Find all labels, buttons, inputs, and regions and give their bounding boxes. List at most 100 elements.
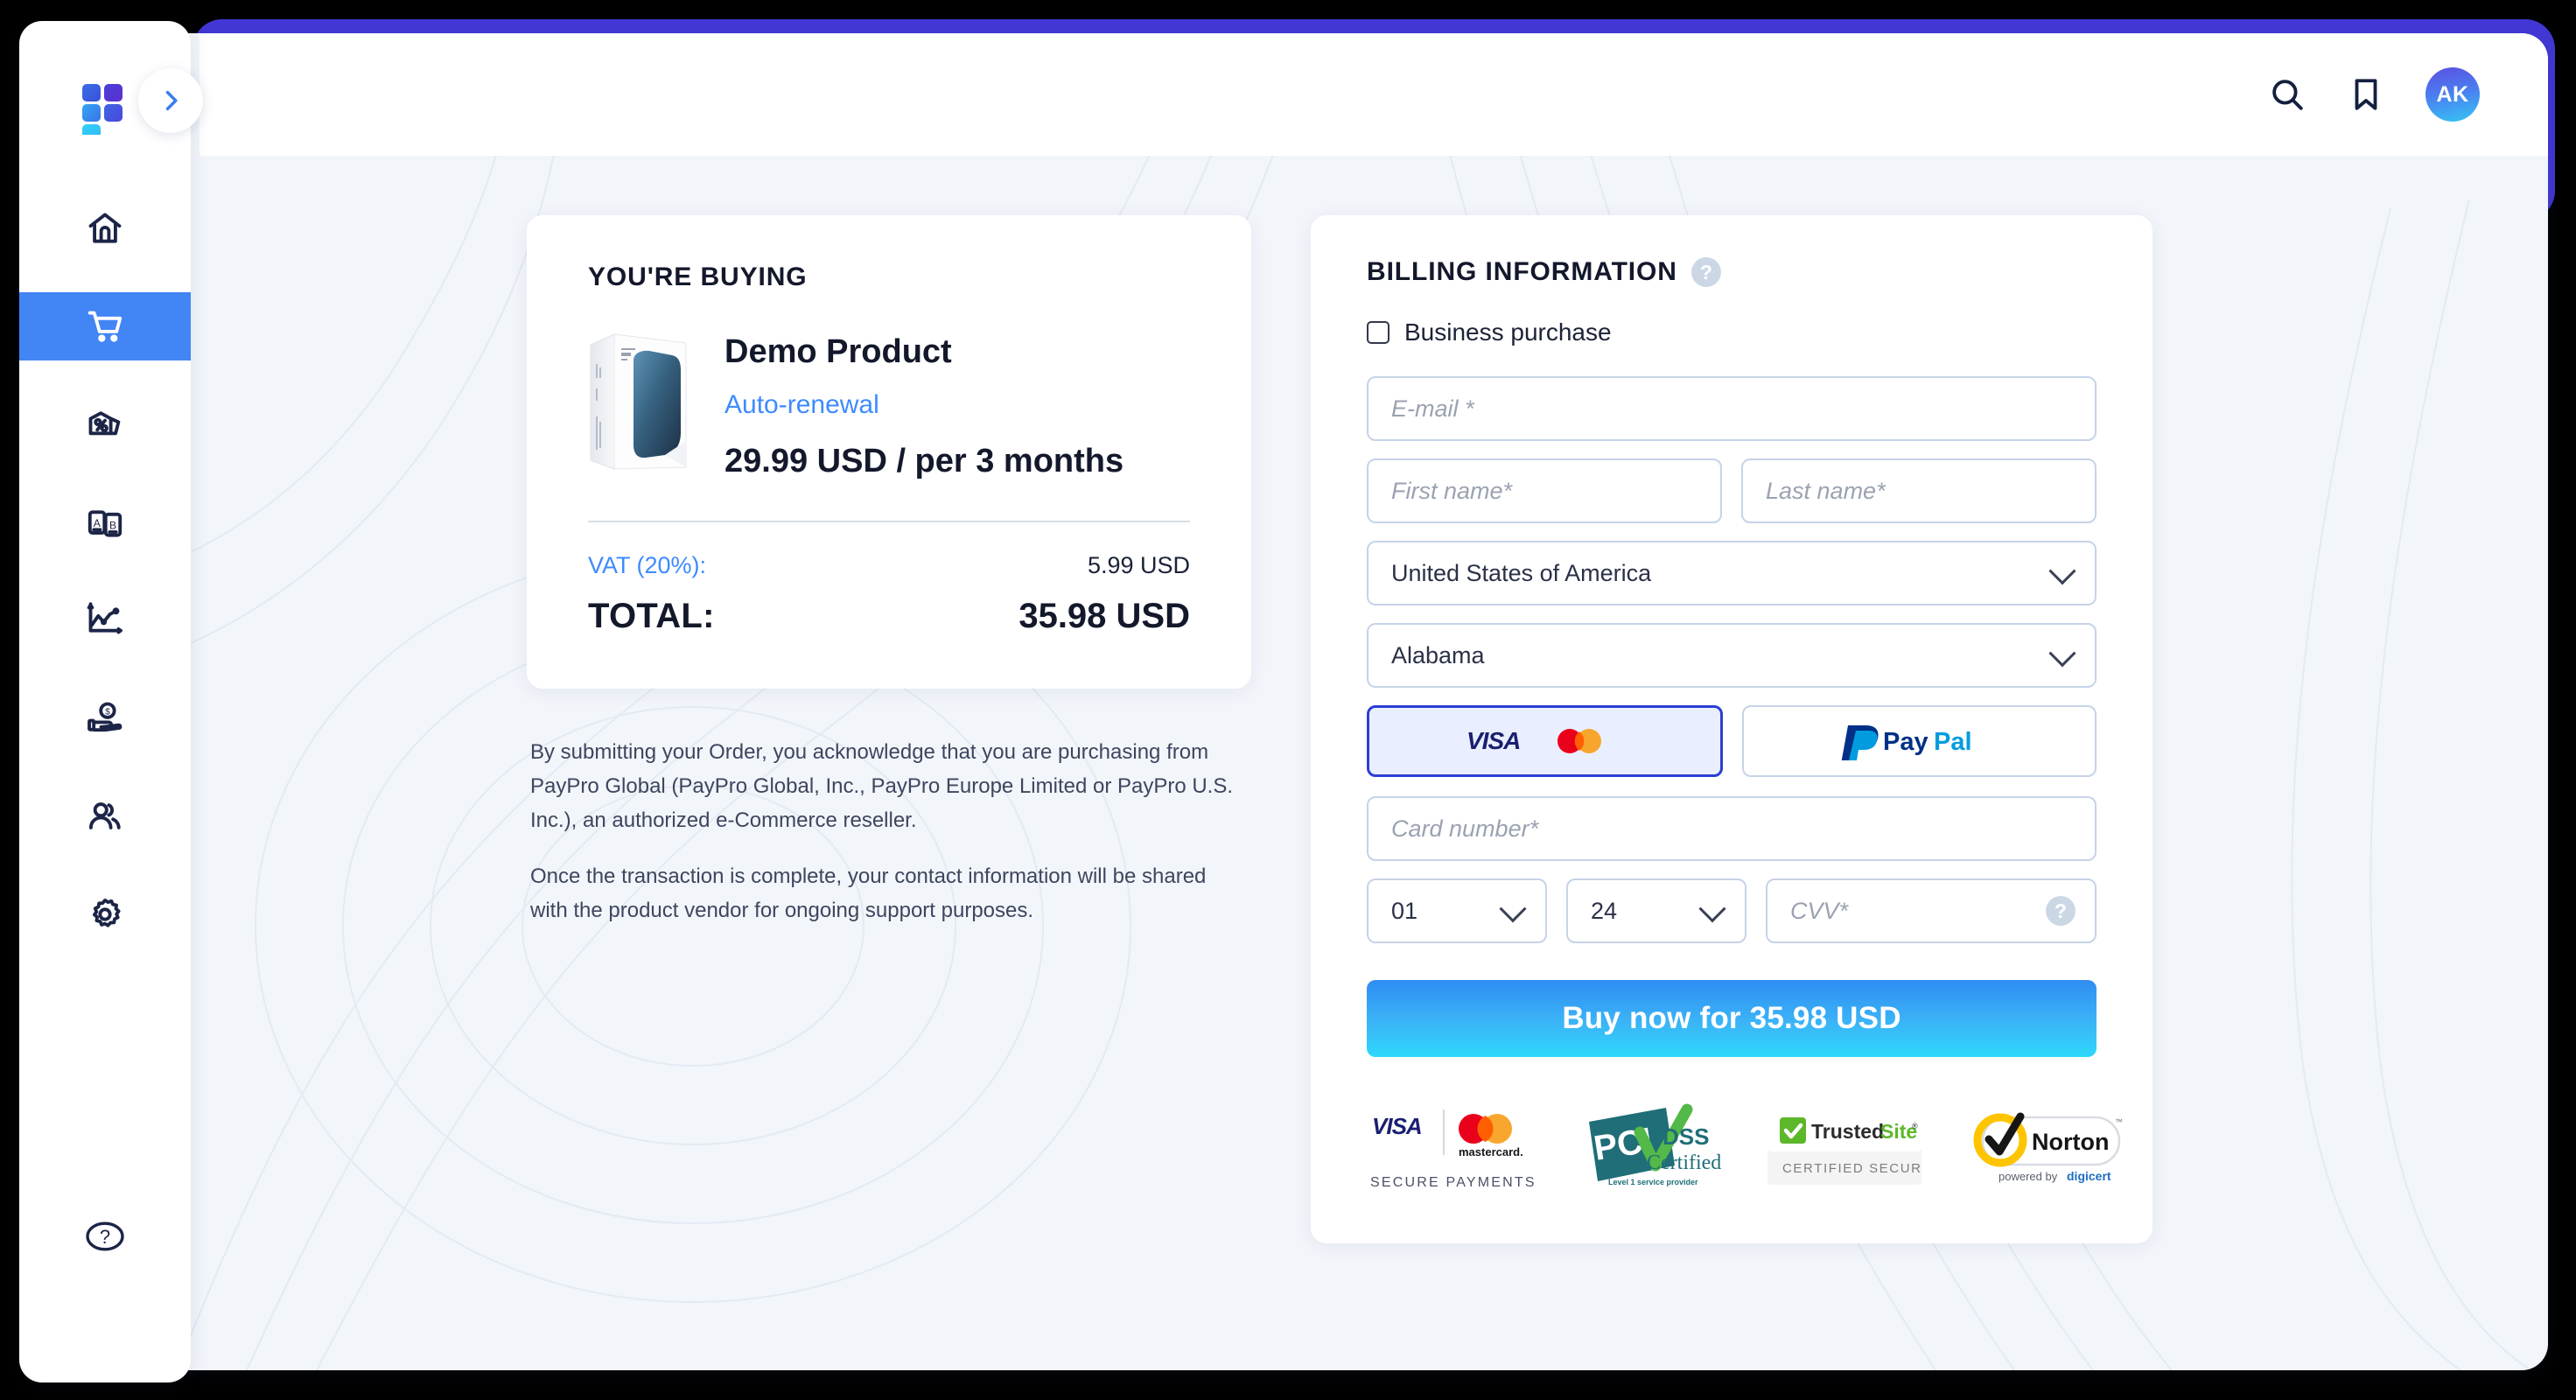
badge-visa-mastercard: VISA mastercard. SECURE PAYMENTS xyxy=(1370,1106,1545,1191)
svg-text:™: ™ xyxy=(2115,1117,2123,1126)
svg-text:A: A xyxy=(94,517,102,529)
payment-method-tabs: VISA Pay Pal xyxy=(1367,705,2096,777)
svg-text:Level 1 service provider: Level 1 service provider xyxy=(1608,1178,1698,1186)
email-field[interactable]: E-mail * xyxy=(1367,376,2096,441)
sidebar-item-catalog[interactable]: A B xyxy=(19,488,191,556)
svg-text:DSS: DSS xyxy=(1662,1124,1709,1150)
svg-text:Pal: Pal xyxy=(1934,728,1972,756)
order-summary-card: YOU'RE BUYING Demo Product Auto-renewal … xyxy=(527,215,1251,689)
expiry-year-value: 24 xyxy=(1591,897,1618,924)
avatar[interactable]: AK xyxy=(2426,67,2480,122)
badge-trustedsite: Trusted Site ® CERTIFIED SECURE xyxy=(1768,1106,1931,1191)
cvv-field[interactable]: CVV* ? xyxy=(1766,878,2096,943)
buy-now-button[interactable]: Buy now for 35.98 USD xyxy=(1367,980,2096,1057)
app-surface: AK YOU'RE BUYING Demo Product Auto-renew… xyxy=(28,33,2548,1370)
svg-text:VISA: VISA xyxy=(1466,727,1520,754)
badge-pci-dss: PCI DSS Certified Level 1 service provid… xyxy=(1582,1102,1731,1194)
payment-method-card-tab[interactable]: VISA xyxy=(1367,705,1723,777)
vat-label: VAT (20%): xyxy=(588,551,707,578)
chevron-down-icon xyxy=(2048,640,2076,668)
product-box-image xyxy=(588,329,695,474)
last-name-field[interactable]: Last name* xyxy=(1741,458,2096,523)
sidebar-item-discounts[interactable] xyxy=(19,390,191,458)
country-select[interactable]: United States of America xyxy=(1367,541,2096,606)
sidebar: A B $ ? xyxy=(19,21,191,1382)
svg-text:Norton: Norton xyxy=(2032,1129,2109,1155)
svg-text:$: $ xyxy=(105,708,110,718)
email-placeholder: E-mail * xyxy=(1391,395,1474,422)
legal-paragraph-2: Once the transaction is complete, your c… xyxy=(530,864,1207,923)
business-purchase-label: Business purchase xyxy=(1404,318,1612,346)
total-row: TOTAL: 35.98 USD xyxy=(588,597,1190,636)
name-fields-row: First name* Last name* xyxy=(1367,458,2096,541)
order-summary-column: YOU'RE BUYING Demo Product Auto-renewal … xyxy=(527,215,1251,928)
payment-method-paypal-tab[interactable]: Pay Pal xyxy=(1742,705,2096,777)
app-frame: AK YOU'RE BUYING Demo Product Auto-renew… xyxy=(0,0,2576,1400)
main-content: YOU'RE BUYING Demo Product Auto-renewal … xyxy=(200,156,2548,1370)
product-name: Demo Product xyxy=(724,333,952,370)
svg-text:Certified: Certified xyxy=(1647,1152,1721,1174)
chevron-down-icon xyxy=(1499,895,1527,923)
business-purchase-checkbox[interactable] xyxy=(1367,321,1390,344)
product-renewal: Auto-renewal xyxy=(724,389,879,419)
product-info: Demo Product Auto-renewal 29.99 USD / pe… xyxy=(724,329,1124,480)
sidebar-item-payouts[interactable]: $ xyxy=(19,684,191,752)
svg-text:Pay: Pay xyxy=(1883,728,1928,756)
billing-heading: BILLING INFORMATION xyxy=(1367,257,1677,286)
cvv-placeholder: CVV* xyxy=(1790,897,1849,924)
svg-text:mastercard.: mastercard. xyxy=(1459,1145,1523,1158)
svg-text:VISA: VISA xyxy=(1372,1113,1422,1139)
svg-text:digicert: digicert xyxy=(2067,1169,2111,1183)
brand-logo-icon[interactable] xyxy=(82,84,128,142)
expiry-month-select[interactable]: 01 xyxy=(1367,878,1547,943)
order-heading: YOU'RE BUYING xyxy=(588,262,808,291)
expiry-month-value: 01 xyxy=(1391,897,1418,924)
state-select[interactable]: Alabama xyxy=(1367,623,2096,688)
svg-text:®: ® xyxy=(1912,1122,1918,1130)
billing-header: BILLING INFORMATION ? xyxy=(1367,257,2096,287)
search-icon[interactable] xyxy=(2268,75,2306,114)
svg-text:B: B xyxy=(109,519,116,531)
svg-text:CERTIFIED SECURE: CERTIFIED SECURE xyxy=(1782,1161,1922,1176)
expiry-cvv-row: 01 24 CVV* ? xyxy=(1367,878,2096,943)
sidebar-expand-toggle[interactable] xyxy=(138,68,203,133)
sidebar-item-orders[interactable] xyxy=(19,292,191,360)
card-number-field[interactable]: Card number* xyxy=(1367,796,2096,861)
vat-value: 5.99 USD xyxy=(1087,551,1190,578)
top-bar: AK xyxy=(200,33,2548,156)
first-name-placeholder: First name* xyxy=(1391,477,1513,504)
svg-text:powered by: powered by xyxy=(1998,1170,2058,1183)
product-row: Demo Product Auto-renewal 29.99 USD / pe… xyxy=(588,329,1190,480)
total-value: 35.98 USD xyxy=(1018,596,1190,635)
secure-payments-caption: SECURE PAYMENTS xyxy=(1370,1175,1536,1190)
chevron-down-icon xyxy=(2048,557,2076,585)
billing-column: BILLING INFORMATION ? Business purchase … xyxy=(1311,215,2152,1243)
sidebar-item-help[interactable]: ? xyxy=(19,1206,191,1267)
sidebar-item-customers[interactable] xyxy=(19,782,191,850)
billing-help-icon[interactable]: ? xyxy=(1690,257,1721,287)
last-name-placeholder: Last name* xyxy=(1766,477,1886,504)
country-value: United States of America xyxy=(1391,559,1652,586)
svg-text:Trusted: Trusted xyxy=(1811,1120,1884,1143)
sidebar-nav: A B $ xyxy=(19,194,191,948)
business-purchase-row[interactable]: Business purchase xyxy=(1367,318,2096,346)
sidebar-item-home[interactable] xyxy=(19,194,191,262)
badge-norton: Norton ™ powered by digicert xyxy=(1958,1105,2124,1192)
card-number-placeholder: Card number* xyxy=(1391,815,1539,842)
legal-paragraph-1: By submitting your Order, you acknowledg… xyxy=(530,739,1234,832)
legal-disclaimer: By submitting your Order, you acknowledg… xyxy=(527,736,1251,928)
total-label: TOTAL: xyxy=(588,596,715,635)
state-value: Alabama xyxy=(1391,641,1485,668)
first-name-field[interactable]: First name* xyxy=(1367,458,1722,523)
chevron-down-icon xyxy=(1698,895,1726,923)
cvv-help-icon[interactable]: ? xyxy=(2046,896,2076,926)
trust-badges: VISA mastercard. SECURE PAYMENTS PCI DSS… xyxy=(1367,1102,2123,1194)
billing-information-card: BILLING INFORMATION ? Business purchase … xyxy=(1311,215,2152,1243)
vat-row: VAT (20%): 5.99 USD xyxy=(588,552,1190,579)
expiry-year-select[interactable]: 24 xyxy=(1566,878,1746,943)
bookmark-icon[interactable] xyxy=(2347,75,2385,114)
sidebar-item-settings[interactable] xyxy=(19,880,191,948)
sidebar-item-analytics[interactable] xyxy=(19,586,191,654)
card-divider xyxy=(588,520,1190,522)
product-price: 29.99 USD / per 3 months xyxy=(724,442,1124,480)
